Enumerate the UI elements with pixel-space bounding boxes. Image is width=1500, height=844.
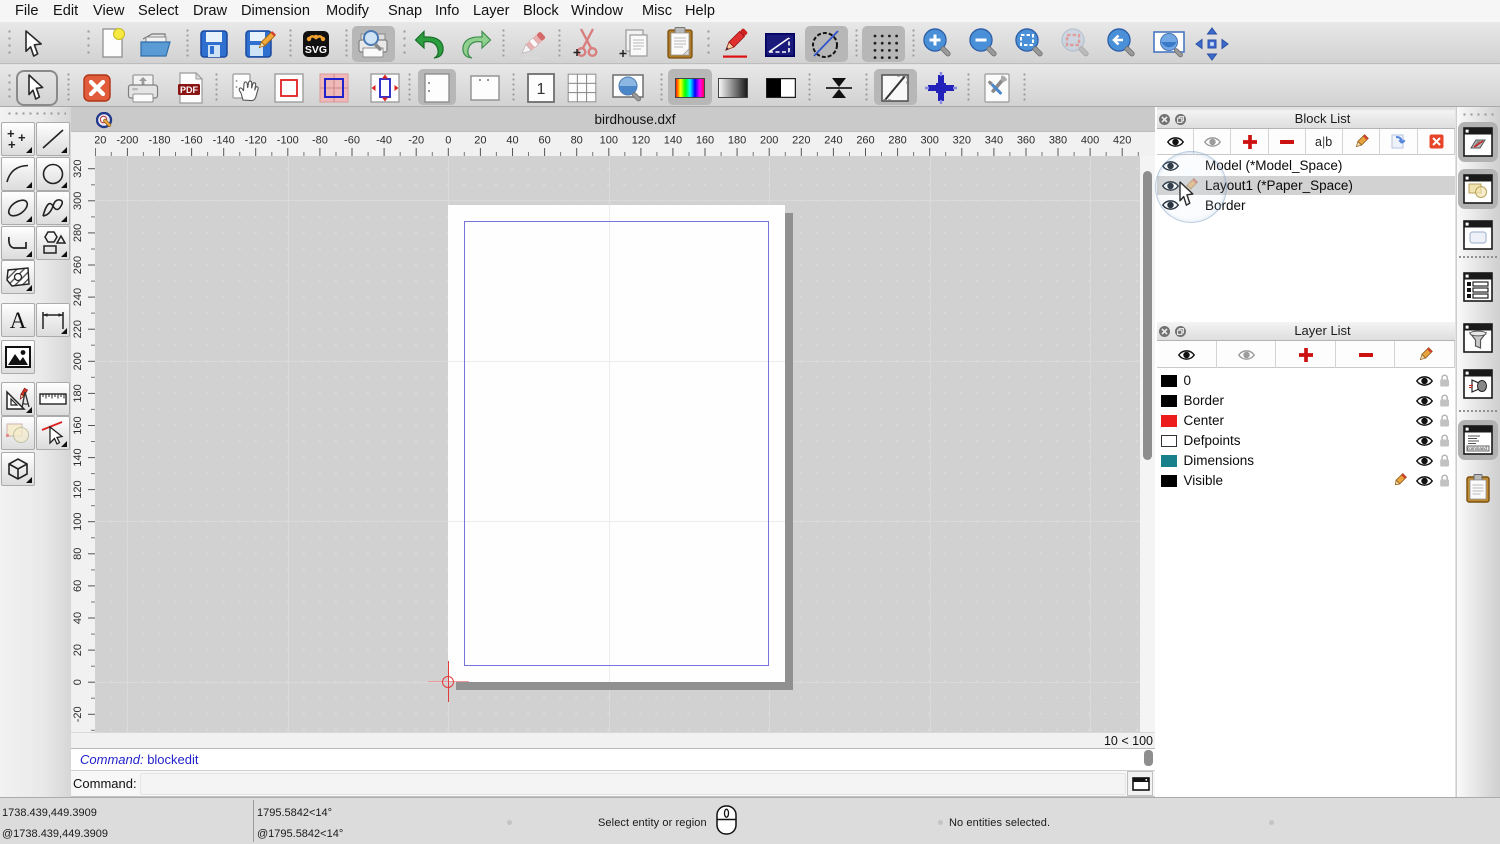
svg-text:SVG: SVG xyxy=(305,44,327,56)
svg-text:160: 160 xyxy=(696,134,714,146)
svg-text:400: 400 xyxy=(1081,134,1099,146)
svg-text:220: 220 xyxy=(72,320,84,338)
svg-text:40: 40 xyxy=(506,134,518,146)
svg-text:0: 0 xyxy=(445,134,451,146)
svg-text:200: 200 xyxy=(72,352,84,370)
svg-text:280: 280 xyxy=(888,134,906,146)
svg-text:100: 100 xyxy=(72,512,84,530)
svg-text:-140: -140 xyxy=(213,134,235,146)
svg-text:180: 180 xyxy=(728,134,746,146)
svg-text:-60: -60 xyxy=(344,134,360,146)
svg-text:100: 100 xyxy=(600,134,618,146)
svg-text:380: 380 xyxy=(1049,134,1067,146)
svg-text:360: 360 xyxy=(1017,134,1035,146)
svg-text:-120: -120 xyxy=(245,134,267,146)
svg-text:-200: -200 xyxy=(116,134,138,146)
svg-text:60: 60 xyxy=(538,134,550,146)
svg-text:-20: -20 xyxy=(408,134,424,146)
svg-text:1: 1 xyxy=(537,81,546,98)
svg-text:-20: -20 xyxy=(72,706,84,722)
svg-text:+: + xyxy=(18,130,26,145)
svg-text:260: 260 xyxy=(72,255,84,273)
svg-text:-220: -220 xyxy=(95,134,106,146)
svg-text:340: 340 xyxy=(985,134,1003,146)
svg-text:0: 0 xyxy=(72,679,84,685)
svg-text:220: 220 xyxy=(792,134,810,146)
svg-text:420: 420 xyxy=(1113,134,1131,146)
svg-text:200: 200 xyxy=(760,134,778,146)
svg-text:320: 320 xyxy=(953,134,971,146)
svg-text:180: 180 xyxy=(72,384,84,402)
svg-text:120: 120 xyxy=(72,480,84,498)
svg-text:20: 20 xyxy=(474,134,486,146)
svg-text:140: 140 xyxy=(72,448,84,466)
svg-text:120: 120 xyxy=(632,134,650,146)
svg-text:+: + xyxy=(8,137,16,151)
svg-text:-40: -40 xyxy=(376,134,392,146)
svg-text:280: 280 xyxy=(72,223,84,241)
svg-text:80: 80 xyxy=(72,547,84,559)
svg-text:40: 40 xyxy=(72,611,84,623)
svg-text:60: 60 xyxy=(72,579,84,591)
svg-text:-160: -160 xyxy=(181,134,203,146)
svg-text:-180: -180 xyxy=(148,134,170,146)
svg-text:160: 160 xyxy=(72,416,84,434)
svg-text:240: 240 xyxy=(72,287,84,305)
svg-text:300: 300 xyxy=(72,191,84,209)
svg-text:300: 300 xyxy=(921,134,939,146)
svg-text:320: 320 xyxy=(72,159,84,177)
svg-text:-100: -100 xyxy=(277,134,299,146)
svg-text:80: 80 xyxy=(571,134,583,146)
svg-text:command: command xyxy=(1467,446,1487,451)
svg-text:-80: -80 xyxy=(312,134,328,146)
svg-text:A: A xyxy=(10,308,27,332)
svg-text:140: 140 xyxy=(664,134,682,146)
svg-text:260: 260 xyxy=(856,134,874,146)
svg-text:PDF: PDF xyxy=(180,85,199,95)
svg-text:240: 240 xyxy=(824,134,842,146)
svg-text:20: 20 xyxy=(72,643,84,655)
